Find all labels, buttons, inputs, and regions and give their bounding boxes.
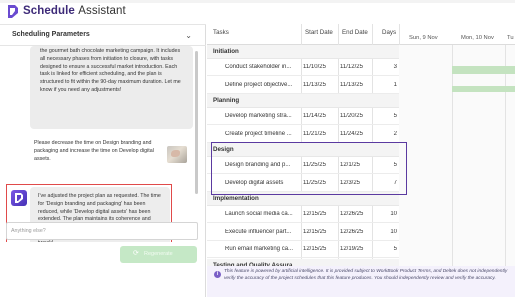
gantt-day-divider [452, 45, 453, 297]
task-name-cell[interactable]: Run email marketing ca... [225, 246, 297, 252]
ai-disclaimer-text: This feature is powered by artificial in… [224, 269, 508, 281]
table-row[interactable]: Define project objective... 11/13/25 11/13… [207, 77, 399, 94]
regenerate-icon: ⟳ [133, 250, 139, 257]
message-text: Please decrease the time on Design brand… [34, 140, 154, 162]
group-label: Initiation [213, 48, 239, 55]
table-header: Tasks Start Date End Date Days Sun, 9 No… [207, 24, 515, 45]
start-date-cell[interactable]: 12/15/25 [303, 211, 335, 217]
table-row[interactable]: Conduct stakeholder in... 11/10/25 11/12/2… [207, 59, 399, 76]
column-header-tasks[interactable]: Tasks [213, 29, 229, 36]
column-header-days[interactable]: Days [382, 29, 396, 36]
group-row[interactable]: Initiation [207, 45, 399, 59]
app-logo-icon [6, 4, 19, 19]
assistant-message: the gourmet bath chocolate marketing cam… [30, 46, 193, 129]
chat-scrollbar[interactable] [195, 51, 198, 194]
gantt-day-divider [505, 45, 506, 297]
table-row[interactable]: Run email marketing ca... 12/15/25 12/19/2… [207, 241, 399, 258]
start-date-cell[interactable]: 12/15/25 [303, 246, 335, 252]
days-cell[interactable]: 1 [377, 82, 397, 88]
table-row[interactable]: Execute influencer part... 12/15/25 12/26/… [207, 224, 399, 241]
start-date-cell[interactable]: 11/14/25 [303, 113, 335, 119]
user-avatar [167, 146, 187, 163]
start-date-cell[interactable]: 12/15/25 [303, 229, 335, 235]
regenerate-label: Regenerate [144, 251, 173, 257]
gantt-day-label: Mon, 10 Nov [461, 35, 494, 41]
table-row[interactable]: Launch social media ca... 12/15/25 12/26/2… [207, 206, 399, 223]
start-date-cell[interactable]: 11/10/25 [303, 64, 335, 70]
gantt-day-label: Sun, 9 Nov [409, 35, 438, 41]
task-name-cell[interactable]: Conduct stakeholder in... [225, 64, 297, 70]
user-message: Please decrease the time on Design brand… [30, 134, 162, 174]
group-label: Implementation [213, 195, 259, 202]
highlight-box-design-group [211, 142, 407, 195]
start-date-cell[interactable]: 11/21/25 [303, 131, 335, 137]
gantt-bar[interactable] [452, 86, 515, 92]
days-cell[interactable]: 2 [377, 131, 397, 137]
end-date-cell[interactable]: 11/24/25 [340, 131, 370, 137]
end-date-cell[interactable]: 11/13/25 [340, 82, 370, 88]
end-date-cell[interactable]: 11/12/25 [340, 64, 370, 70]
group-label: Planning [213, 97, 240, 104]
table-row[interactable]: Create project timeline ... 11/21/25 11/24… [207, 126, 399, 143]
chat-input-placeholder: Anything else? [11, 228, 46, 234]
scheduling-parameters-header[interactable]: Scheduling Parameters ⌄ [0, 24, 206, 46]
days-cell[interactable]: 5 [377, 113, 397, 119]
scheduling-parameters-title: Scheduling Parameters [12, 31, 90, 38]
app-header: Schedule Assistant [0, 0, 206, 24]
column-header-start-date[interactable]: Start Date [305, 29, 333, 36]
gantt-chart [399, 45, 515, 297]
table-row[interactable]: Develop marketing stra... 11/14/25 11/20/2… [207, 108, 399, 125]
app-title: Schedule Assistant [23, 5, 126, 17]
column-header-end-date[interactable]: End Date [342, 29, 368, 36]
ai-disclaimer: i This feature is powered by artificial … [207, 266, 515, 297]
end-date-cell[interactable]: 12/19/25 [340, 246, 370, 252]
end-date-cell[interactable]: 12/26/25 [340, 211, 370, 217]
gantt-timeline-header: Sun, 9 Nov Mon, 10 Nov Tu [399, 32, 515, 45]
end-date-cell[interactable]: 11/20/25 [340, 113, 370, 119]
message-text: the gourmet bath chocolate marketing cam… [40, 48, 181, 93]
info-icon: i [214, 271, 221, 278]
days-cell[interactable]: 10 [377, 229, 397, 235]
chat-input[interactable]: Anything else? [6, 222, 198, 240]
task-name-cell[interactable]: Create project timeline ... [225, 131, 297, 137]
end-date-cell[interactable]: 12/26/25 [340, 229, 370, 235]
task-name-cell[interactable]: Launch social media ca... [225, 211, 297, 217]
task-name-cell[interactable]: Develop marketing stra... [225, 113, 297, 119]
start-date-cell[interactable]: 11/13/25 [303, 82, 335, 88]
task-name-cell[interactable]: Execute influencer part... [225, 229, 297, 235]
days-cell[interactable]: 10 [377, 211, 397, 217]
days-cell[interactable]: 5 [377, 246, 397, 252]
assistant-panel: Scheduling Parameters ⌄ the gourmet bath… [0, 24, 206, 297]
task-name-cell[interactable]: Define project objective... [225, 82, 297, 88]
group-row[interactable]: Planning [207, 94, 399, 108]
gantt-day-label: Tu [507, 35, 514, 41]
regenerate-button[interactable]: ⟳ Regenerate [120, 246, 197, 263]
chevron-down-icon[interactable]: ⌄ [185, 31, 192, 40]
chat-thread: the gourmet bath chocolate marketing cam… [0, 46, 206, 242]
schedule-grid: Tasks Start Date End Date Days Sun, 9 No… [207, 24, 515, 297]
days-cell[interactable]: 3 [377, 64, 397, 70]
gantt-bar[interactable] [452, 66, 515, 74]
